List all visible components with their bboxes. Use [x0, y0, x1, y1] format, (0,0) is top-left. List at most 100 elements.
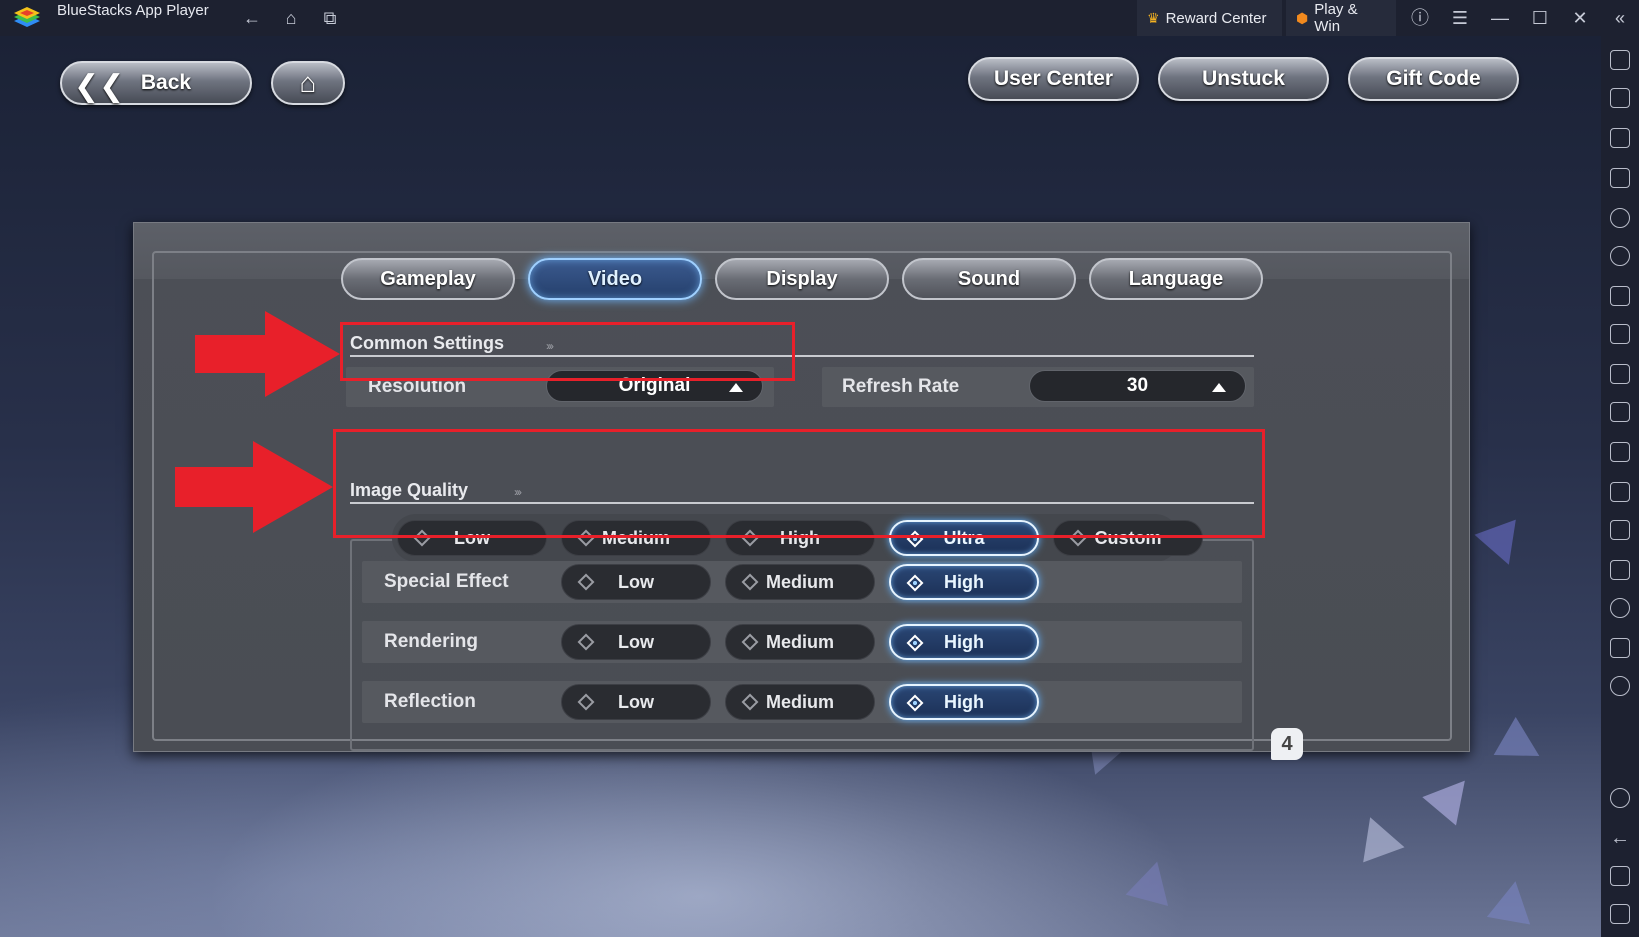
gift-code-button[interactable]: Gift Code [1348, 57, 1519, 101]
diamond-icon [906, 694, 924, 712]
crystal-shard [1486, 877, 1538, 925]
fullscreen-icon[interactable] [1610, 50, 1630, 70]
sync-icon[interactable] [1610, 246, 1630, 266]
multi-window-icon[interactable]: ⧉ [318, 6, 342, 30]
diamond-icon [906, 634, 924, 652]
tab-video-label: Video [587, 267, 643, 290]
right-sidebar: ← [1601, 36, 1639, 937]
crown-icon: ♛ [1147, 9, 1160, 26]
unstuck-label: Unstuck [1202, 67, 1285, 90]
reward-center-button[interactable]: ♛ Reward Center [1137, 0, 1282, 36]
tab-display-label: Display [766, 267, 838, 290]
annotation-box-image-quality [333, 429, 1265, 538]
game-controls-icon[interactable] [1610, 286, 1630, 306]
tab-video[interactable]: Video [528, 258, 702, 300]
crystal-shard [1349, 809, 1405, 863]
rendering-medium[interactable]: Medium [725, 624, 875, 660]
refresh-rate-label: Refresh Rate [842, 376, 960, 397]
minimize-icon[interactable]: — [1487, 6, 1513, 30]
performance-icon[interactable] [1610, 676, 1630, 696]
option-label: Medium [765, 631, 834, 652]
app-title: BlueStacks App Player [57, 2, 209, 19]
back-button[interactable]: ❮❮ Back [60, 61, 252, 105]
home-button[interactable]: ⌂ [271, 61, 345, 105]
play-win-label: Play & Win [1314, 1, 1358, 35]
tab-gameplay-label: Gameplay [380, 267, 476, 290]
layers-icon[interactable] [1610, 638, 1630, 658]
diamond-icon [741, 573, 759, 591]
tab-display[interactable]: Display [715, 258, 889, 300]
reward-center-label: Reward Center [1165, 9, 1267, 27]
refresh-rate-select[interactable]: 30 [1029, 370, 1246, 402]
rotate-icon[interactable] [1610, 520, 1630, 540]
apk-icon[interactable] [1610, 324, 1630, 344]
close-icon[interactable]: ✕ [1567, 6, 1593, 30]
home-upload-icon: ⌂ [299, 67, 317, 98]
back-arrow-icon[interactable]: ← [240, 6, 264, 30]
diamond-icon [577, 633, 595, 651]
help-icon[interactable]: ⓘ [1407, 6, 1433, 30]
reflection-high[interactable]: High [889, 684, 1039, 720]
unstuck-button[interactable]: Unstuck [1158, 57, 1329, 101]
gallery-icon[interactable] [1610, 442, 1630, 462]
caret-up-icon [1212, 383, 1226, 392]
special-effect-label: Special Effect [384, 571, 509, 592]
title-bar: BlueStacks App Player ← ⌂ ⧉ ♛ Reward Cen… [0, 0, 1639, 36]
location-icon[interactable] [1610, 598, 1630, 618]
crystal-shard [1125, 855, 1179, 907]
play-win-icon: ⬢ [1296, 9, 1309, 26]
crystal-shard [1422, 766, 1482, 826]
volume-icon[interactable] [1610, 88, 1630, 108]
caret-up-icon [729, 383, 743, 392]
red-arrow-icon [175, 441, 333, 533]
macro-icon[interactable] [1610, 208, 1630, 228]
page-number-badge: 4 [1271, 728, 1303, 760]
home-icon[interactable]: ⌂ [279, 6, 303, 30]
rendering-high[interactable]: High [889, 624, 1039, 660]
user-center-button[interactable]: User Center [968, 57, 1139, 101]
diamond-icon [906, 574, 924, 592]
reflection-low[interactable]: Low [561, 684, 711, 720]
special-effect-medium[interactable]: Medium [725, 564, 875, 600]
rendering-low[interactable]: Low [561, 624, 711, 660]
tab-gameplay[interactable]: Gameplay [341, 258, 515, 300]
option-label: High [944, 571, 984, 592]
refresh-rate-row: Refresh Rate 30 [822, 367, 1254, 407]
tab-language[interactable]: Language [1089, 258, 1263, 300]
special-effect-high[interactable]: High [889, 564, 1039, 600]
back-label: Back [140, 71, 192, 94]
menu-icon[interactable]: ☰ [1447, 6, 1473, 30]
crystal-shard [1474, 519, 1530, 573]
refresh-rate-value: 30 [1126, 375, 1149, 396]
crystal-shard [1493, 716, 1551, 776]
double-chevron-left-icon: ❮❮ [74, 70, 125, 103]
eco-mode-icon[interactable] [1610, 560, 1630, 580]
annotation-box-resolution [340, 322, 795, 381]
option-label: High [944, 631, 984, 652]
reflection-medium[interactable]: Medium [725, 684, 875, 720]
play-win-button[interactable]: ⬢ Play & Win [1286, 0, 1396, 36]
red-arrow-icon [195, 311, 340, 397]
media-icon[interactable] [1610, 128, 1630, 148]
tab-language-label: Language [1128, 267, 1224, 290]
diamond-icon [741, 633, 759, 651]
option-label: High [944, 691, 984, 712]
rendering-label: Rendering [384, 631, 478, 652]
diamond-icon [577, 693, 595, 711]
maximize-icon[interactable]: ☐ [1527, 6, 1553, 30]
bluestacks-logo [14, 7, 40, 27]
settings-gear-icon[interactable] [1610, 788, 1630, 808]
keyboard-icon[interactable] [1610, 168, 1630, 188]
airplane-icon[interactable] [1610, 482, 1630, 502]
diamond-icon [741, 693, 759, 711]
recent-apps-icon[interactable] [1610, 904, 1630, 924]
tab-sound[interactable]: Sound [902, 258, 1076, 300]
option-label: Low [618, 571, 654, 592]
option-label: Low [618, 631, 654, 652]
screenshot-icon[interactable] [1610, 364, 1630, 384]
special-effect-low[interactable]: Low [561, 564, 711, 600]
record-icon[interactable] [1610, 402, 1630, 422]
collapse-sidebar-icon[interactable]: « [1607, 6, 1633, 30]
home-sidebar-icon[interactable] [1610, 866, 1630, 886]
back-icon[interactable]: ← [1610, 828, 1630, 848]
